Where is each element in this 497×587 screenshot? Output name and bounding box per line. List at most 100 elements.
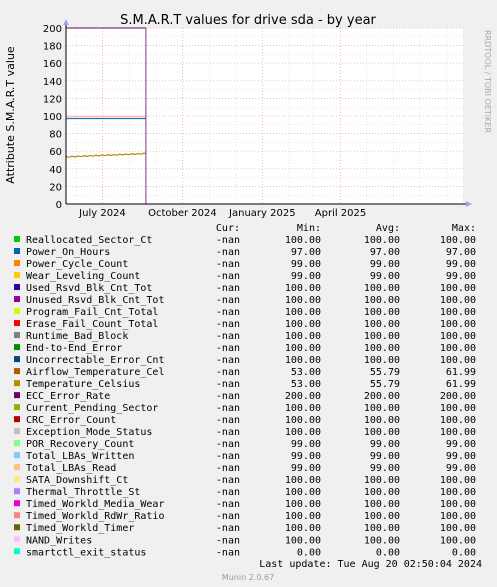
y-tick-label: 140	[43, 77, 62, 88]
legend-value-avg: 100.00	[364, 283, 400, 294]
legend-label: Power_On_Hours	[26, 247, 110, 258]
legend-value-max: 100.00	[440, 487, 476, 498]
legend-value-min: 0.00	[297, 547, 321, 558]
legend-label: POR_Recovery_Count	[26, 439, 134, 450]
legend-value-avg: 100.00	[364, 343, 400, 354]
legend-value-cur: -nan	[216, 259, 240, 270]
legend-value-max: 100.00	[440, 427, 476, 438]
legend-value-min: 100.00	[285, 511, 321, 522]
legend-label: NAND_Writes	[26, 535, 92, 546]
legend-value-max: 100.00	[440, 283, 476, 294]
x-ticks: July 2024 October 2024 January 2025 April 2…	[78, 208, 366, 219]
legend-value-cur: -nan	[216, 331, 240, 342]
legend-value-cur: -nan	[216, 235, 240, 246]
legend-value-cur: -nan	[216, 475, 240, 486]
legend-header-cur: Cur:	[216, 223, 240, 234]
legend-value-cur: -nan	[216, 355, 240, 366]
legend-value-avg: 100.00	[364, 523, 400, 534]
legend-value-min: 99.00	[291, 463, 321, 474]
y-tick-label: 60	[49, 147, 62, 158]
x-axis-arrow	[466, 201, 472, 207]
legend-value-cur: -nan	[216, 439, 240, 450]
legend-value-cur: -nan	[216, 547, 240, 558]
legend-value-min: 99.00	[291, 439, 321, 450]
legend-label: Uncorrectable_Error_Cnt	[26, 355, 164, 366]
legend-value-min: 100.00	[285, 343, 321, 354]
legend-value-avg: 100.00	[364, 475, 400, 486]
legend-swatch	[14, 344, 20, 351]
legend-label: Wear_Leveling_Count	[26, 271, 140, 282]
legend-header-min: Min:	[297, 223, 321, 234]
legend-value-max: 99.00	[446, 451, 476, 462]
y-tick-label: 40	[49, 165, 62, 176]
y-tick-label: 180	[43, 42, 62, 53]
y-axis-label: Attribute S.M.A.R.T value	[4, 46, 17, 184]
legend-swatch	[14, 428, 20, 435]
legend-value-avg: 100.00	[364, 235, 400, 246]
legend-value-avg: 100.00	[364, 331, 400, 342]
legend-value-max: 100.00	[440, 511, 476, 522]
legend-value-cur: -nan	[216, 427, 240, 438]
last-update: Last update: Tue Aug 20 02:50:04 2024	[259, 559, 482, 570]
legend-value-avg: 200.00	[364, 391, 400, 402]
legend-label: Timed_Workld_RdWr_Ratio	[26, 511, 164, 522]
y-tick-label: 200	[43, 24, 62, 35]
legend-value-avg: 100.00	[364, 307, 400, 318]
legend-value-min: 100.00	[285, 283, 321, 294]
legend-swatch	[14, 404, 20, 411]
legend-value-cur: -nan	[216, 319, 240, 330]
legend-value-avg: 100.00	[364, 535, 400, 546]
legend-swatch	[14, 500, 20, 507]
x-tick-label: October 2024	[148, 208, 217, 219]
legend-value-avg: 99.00	[370, 439, 400, 450]
legend-value-cur: -nan	[216, 343, 240, 354]
legend-value-max: 100.00	[440, 523, 476, 534]
legend-value-max: 100.00	[440, 535, 476, 546]
legend-label: End-to-End_Error	[26, 343, 122, 354]
legend-value-cur: -nan	[216, 535, 240, 546]
legend-value-min: 100.00	[285, 487, 321, 498]
legend-header-max: Max:	[452, 223, 476, 234]
legend-value-min: 99.00	[291, 451, 321, 462]
legend-label: Total_LBAs_Read	[26, 463, 116, 474]
legend-label: smartctl_exit_status	[26, 547, 146, 558]
legend-value-avg: 99.00	[370, 259, 400, 270]
legend-label: CRC_Error_Count	[26, 415, 116, 426]
legend-value-cur: -nan	[216, 523, 240, 534]
smart-chart: S.M.A.R.T values for drive sda - by year…	[4, 13, 492, 582]
legend-value-cur: -nan	[216, 307, 240, 318]
y-tick-label: 0	[56, 200, 62, 211]
legend-value-cur: -nan	[216, 463, 240, 474]
legend-swatch	[14, 512, 20, 519]
legend-value-min: 100.00	[285, 319, 321, 330]
legend-value-avg: 0.00	[376, 547, 400, 558]
legend-swatch	[14, 356, 20, 363]
legend-value-max: 100.00	[440, 235, 476, 246]
watermark: RRDTOOL / TOBI OETIKER	[483, 30, 492, 133]
y-axis-arrow	[63, 19, 69, 25]
legend-label: Reallocated_Sector_Ct	[26, 235, 152, 246]
legend-value-min: 100.00	[285, 235, 321, 246]
legend-value-max: 61.99	[446, 379, 476, 390]
y-tick-label: 80	[49, 130, 62, 141]
legend-value-max: 99.00	[446, 463, 476, 474]
legend-value-cur: -nan	[216, 487, 240, 498]
legend-value-max: 0.00	[452, 547, 476, 558]
legend-value-min: 100.00	[285, 523, 321, 534]
legend-label: Thermal_Throttle_St	[26, 487, 140, 498]
legend-swatch	[14, 320, 20, 327]
legend-value-min: 100.00	[285, 331, 321, 342]
legend-header-avg: Avg:	[376, 223, 400, 234]
legend-value-cur: -nan	[216, 451, 240, 462]
legend-swatch	[14, 440, 20, 447]
y-tick-label: 120	[43, 94, 62, 105]
legend-value-min: 53.00	[291, 379, 321, 390]
legend-label: Total_LBAs_Written	[26, 451, 134, 462]
legend-label: Runtime_Bad_Block	[26, 331, 128, 342]
legend-value-max: 100.00	[440, 319, 476, 330]
legend-value-min: 200.00	[285, 391, 321, 402]
legend-value-min: 100.00	[285, 499, 321, 510]
legend-swatch	[14, 392, 20, 399]
legend-value-avg: 99.00	[370, 271, 400, 282]
legend-label: Timed_Workld_Media_Wear	[26, 499, 164, 510]
